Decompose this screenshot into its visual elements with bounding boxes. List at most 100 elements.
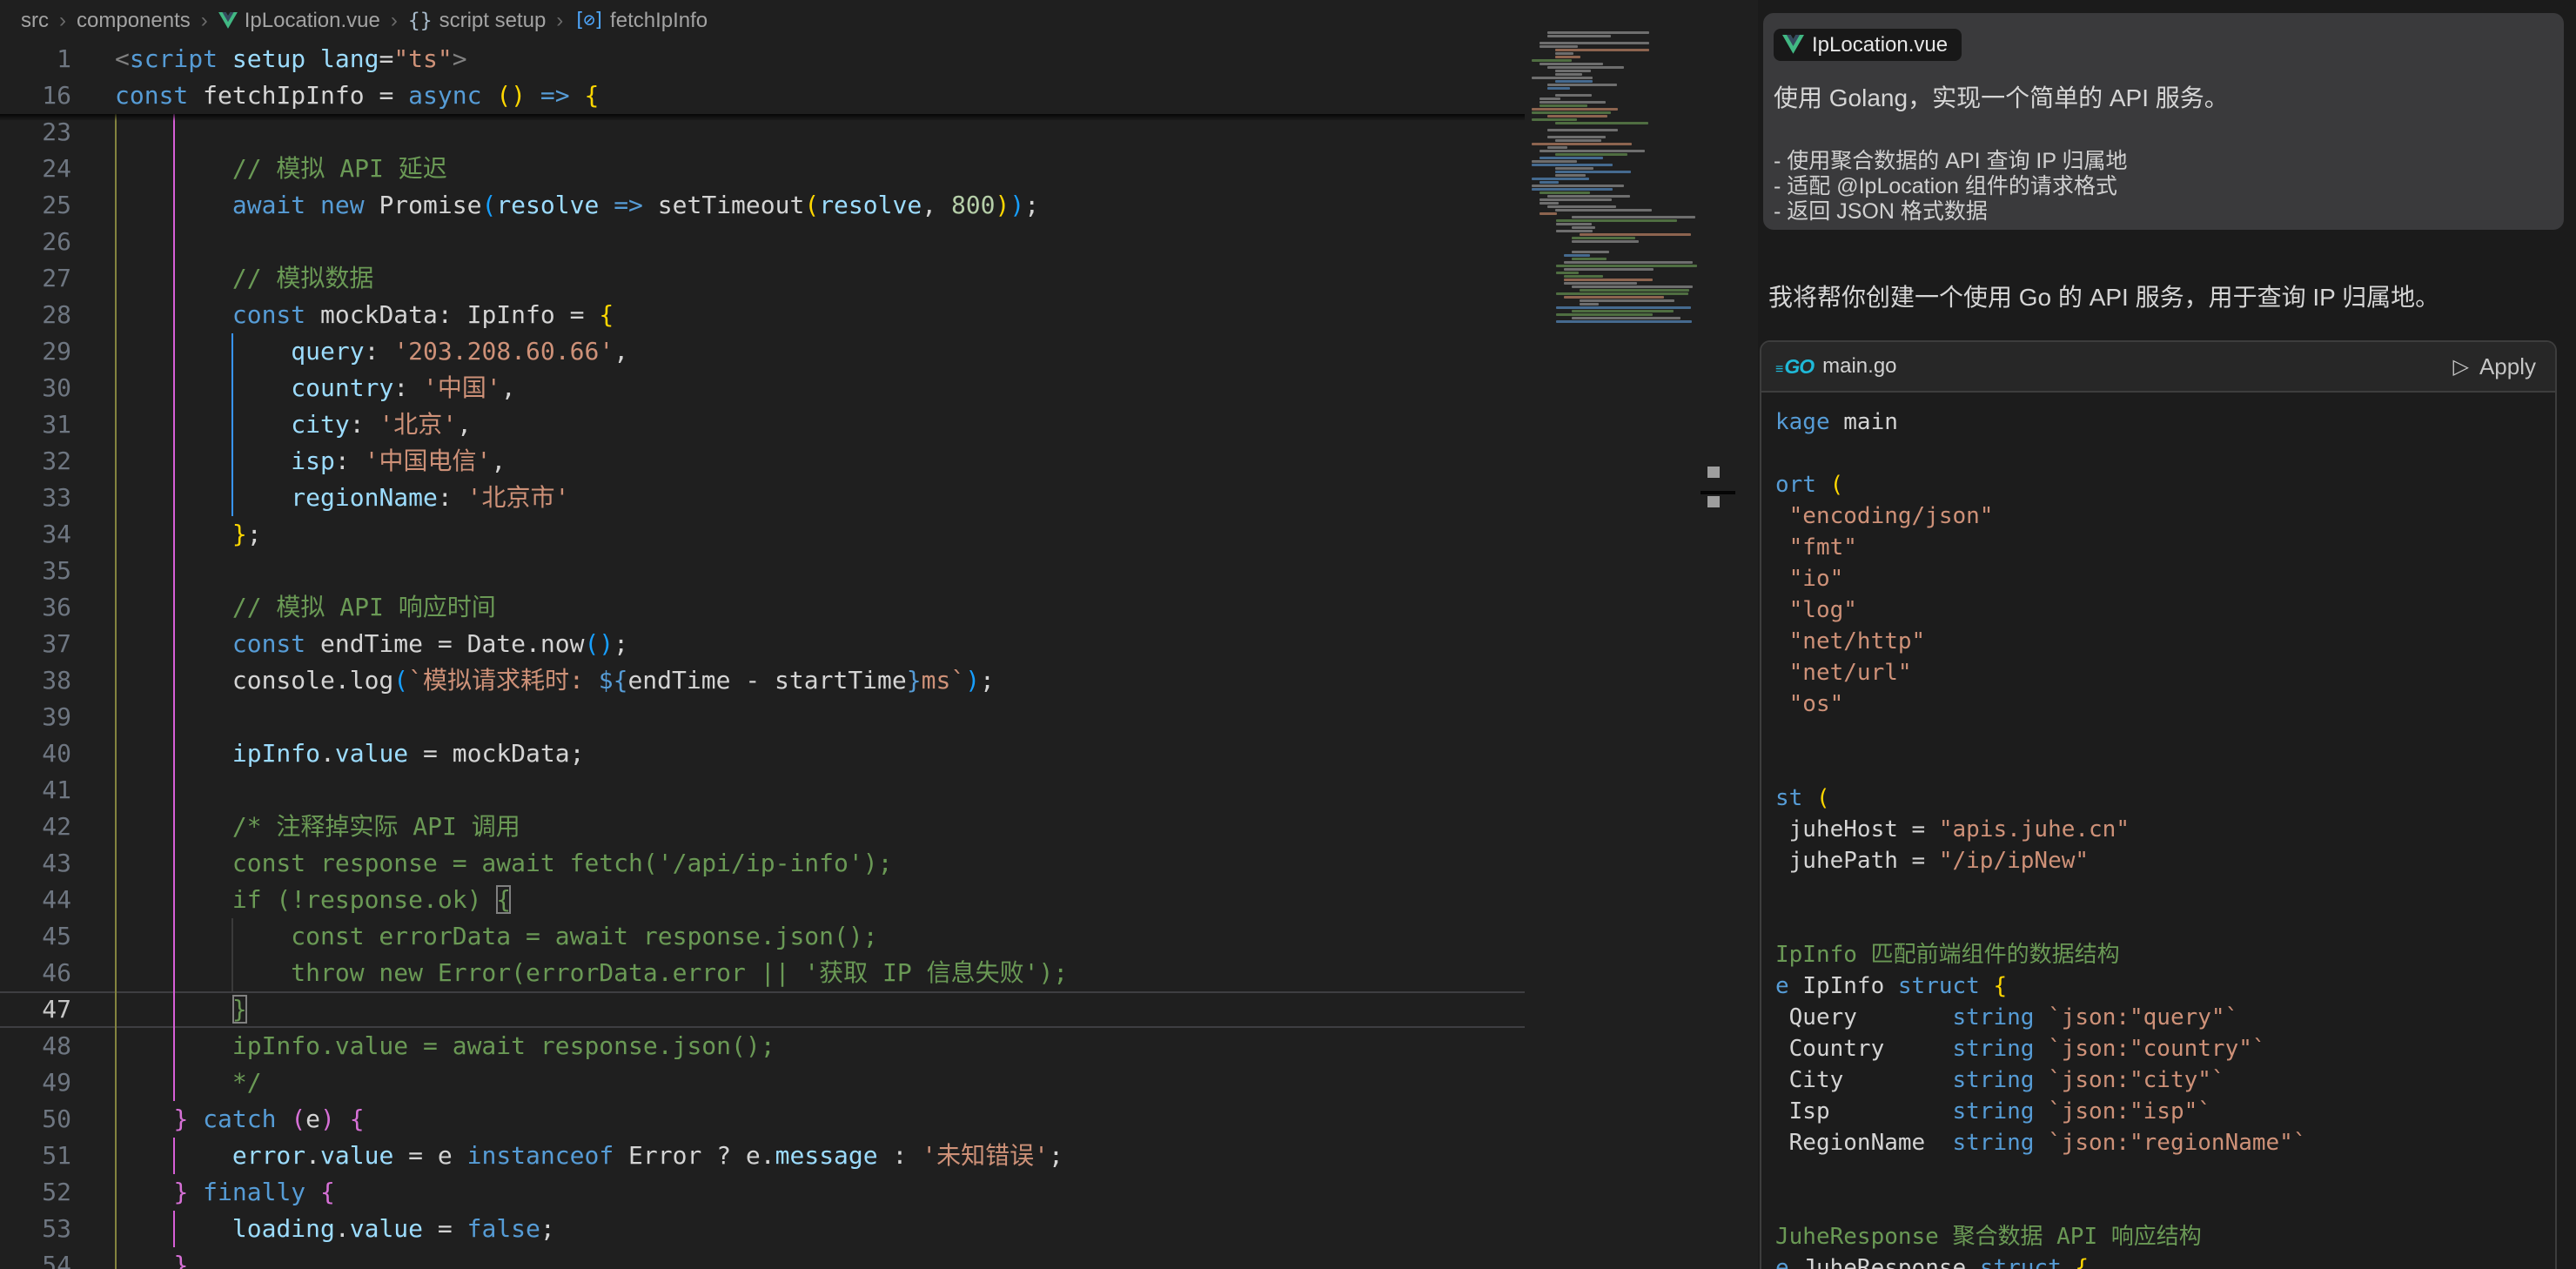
apply-button[interactable]: ▷ Apply: [2452, 353, 2536, 380]
go-code-line-1: kage main: [1775, 406, 2555, 438]
sash-handle-top[interactable]: [1707, 467, 1720, 478]
minimap-row: [1528, 52, 1704, 55]
go-code-line-17: [1775, 908, 2555, 939]
minimap-row: [1528, 129, 1704, 131]
file-reference-chip[interactable]: IpLocation.vue: [1774, 29, 1962, 61]
breadcrumb-item-components[interactable]: components: [77, 9, 191, 33]
code-line-52[interactable]: 52 } finally {: [0, 1174, 1525, 1211]
minimap-row: [1528, 268, 1704, 271]
code-line-53[interactable]: 53 loading.value = false;: [0, 1211, 1525, 1247]
code-line-24[interactable]: 24 // 模拟 API 延迟: [0, 151, 1525, 187]
sticky-scroll: 1<script setup lang="ts">16const fetchIp…: [0, 41, 1525, 114]
indent-guide: [115, 772, 117, 809]
vue-icon: [218, 12, 238, 30]
minimap-row: [1528, 233, 1704, 236]
indent-guide: [115, 224, 117, 260]
minimap-row: [1528, 56, 1704, 58]
minimap-row: [1528, 191, 1704, 194]
golang-icon: ≡GO: [1775, 355, 1814, 379]
minimap-row: [1528, 226, 1704, 229]
line-content: ipInfo.value = await response.json();: [115, 1028, 775, 1064]
code-line-32[interactable]: 32 isp: '中国电信',: [0, 443, 1525, 480]
editor-lines: 2324 // 模拟 API 延迟25 await new Promise(re…: [0, 114, 1525, 1269]
minimap-row: [1528, 160, 1704, 163]
code-line-47[interactable]: 47 }: [0, 991, 1525, 1028]
minimap-row: [1528, 94, 1704, 97]
method-icon: [⊘]: [574, 10, 603, 31]
code-line-35[interactable]: 35: [0, 553, 1525, 589]
editor-panel-sash[interactable]: [1701, 0, 1735, 1269]
code-line-29[interactable]: 29 query: '203.208.60.66',: [0, 333, 1525, 370]
sticky-line-16[interactable]: 16const fetchIpInfo = async () => {: [0, 77, 1525, 114]
minimap-row: [1528, 157, 1704, 159]
code-line-49[interactable]: 49 */: [0, 1064, 1525, 1101]
breadcrumb-item-fetchipinfo[interactable]: [⊘]fetchIpInfo: [574, 9, 708, 33]
minimap-row: [1528, 275, 1704, 278]
line-number: 30: [0, 370, 115, 406]
code-line-28[interactable]: 28 const mockData: IpInfo = {: [0, 297, 1525, 333]
line-number: 36: [0, 589, 115, 626]
assistant-message-text: 我将帮你创建一个使用 Go 的 API 服务，用于查询 IP 归属地。: [1768, 279, 2439, 313]
breadcrumb: src›components›IpLocation.vue›{}script s…: [0, 0, 1779, 41]
line-content: // 模拟 API 响应时间: [115, 589, 496, 626]
code-line-44[interactable]: 44 if (!response.ok) {: [0, 882, 1525, 918]
code-line-33[interactable]: 33 regionName: '北京市': [0, 480, 1525, 516]
minimap-row: [1528, 70, 1704, 72]
minimap-row: [1528, 174, 1704, 177]
line-number: 35: [0, 553, 115, 589]
sash-divider: [1701, 491, 1735, 494]
code-line-50[interactable]: 50 } catch (e) {: [0, 1101, 1525, 1138]
sticky-line-1[interactable]: 1<script setup lang="ts">: [0, 41, 1525, 77]
sash-handle-bottom[interactable]: [1707, 496, 1720, 507]
code-line-25[interactable]: 25 await new Promise(resolve => setTimeo…: [0, 187, 1525, 224]
code-line-27[interactable]: 27 // 模拟数据: [0, 260, 1525, 297]
code-line-43[interactable]: 43 const response = await fetch('/api/ip…: [0, 845, 1525, 882]
code-line-51[interactable]: 51 error.value = e instanceof Error ? e.…: [0, 1138, 1525, 1174]
breadcrumb-item-src[interactable]: src: [21, 9, 49, 33]
go-code-line-26: [1775, 1190, 2555, 1221]
code-line-54[interactable]: 54 }: [0, 1247, 1525, 1269]
code-line-26[interactable]: 26: [0, 224, 1525, 260]
user-message-card: IpLocation.vue 使用 Golang，实现一个简单的 API 服务。…: [1763, 13, 2564, 230]
minimap-row: [1528, 80, 1704, 83]
line-content: // 模拟 API 延迟: [115, 151, 447, 187]
line-number: 54: [0, 1247, 115, 1269]
line-content: }: [115, 1247, 188, 1269]
code-line-39[interactable]: 39: [0, 699, 1525, 735]
code-line-36[interactable]: 36 // 模拟 API 响应时间: [0, 589, 1525, 626]
code-line-45[interactable]: 45 const errorData = await response.json…: [0, 918, 1525, 955]
minimap-row: [1528, 223, 1704, 225]
minimap-row: [1528, 104, 1704, 107]
line-content: isp: '中国电信',: [115, 443, 506, 480]
minimap[interactable]: [1528, 31, 1704, 327]
suggested-code-block: ≡GO main.go ▷ Apply kage mainort ( "enco…: [1760, 340, 2557, 1269]
minimap-row: [1528, 317, 1704, 319]
go-code-line-23: Isp string `json:"isp"`: [1775, 1096, 2555, 1127]
minimap-row: [1528, 202, 1704, 205]
code-line-38[interactable]: 38 console.log(`模拟请求耗时: ${endTime - star…: [0, 662, 1525, 699]
go-code-line-27: JuheResponse 聚合数据 API 响应结构: [1775, 1221, 2555, 1252]
breadcrumb-item-iplocation-vue[interactable]: IpLocation.vue: [218, 9, 380, 33]
code-line-34[interactable]: 34 };: [0, 516, 1525, 553]
minimap-row: [1528, 181, 1704, 184]
line-number: 27: [0, 260, 115, 297]
line-content: */: [115, 1064, 262, 1101]
minimap-row: [1528, 216, 1704, 218]
go-code-line-24: RegionName string `json:"regionName"`: [1775, 1127, 2555, 1158]
breadcrumb-separator: ›: [201, 9, 208, 33]
code-line-31[interactable]: 31 city: '北京',: [0, 406, 1525, 443]
code-line-48[interactable]: 48 ipInfo.value = await response.json();: [0, 1028, 1525, 1064]
code-line-40[interactable]: 40 ipInfo.value = mockData;: [0, 735, 1525, 772]
code-line-30[interactable]: 30 country: '中国',: [0, 370, 1525, 406]
code-line-41[interactable]: 41: [0, 772, 1525, 809]
go-code-line-20: Query string `json:"query"`: [1775, 1002, 2555, 1033]
minimap-row: [1528, 244, 1704, 246]
code-line-37[interactable]: 37 const endTime = Date.now();: [0, 626, 1525, 662]
breadcrumb-item-script-setup[interactable]: {}script setup: [408, 9, 546, 33]
minimap-row: [1528, 258, 1704, 260]
code-line-46[interactable]: 46 throw new Error(errorData.error || '获…: [0, 955, 1525, 991]
minimap-row: [1528, 150, 1704, 152]
minimap-row: [1528, 188, 1704, 191]
code-line-42[interactable]: 42 /* 注释掉实际 API 调用: [0, 809, 1525, 845]
line-number: 25: [0, 187, 115, 224]
